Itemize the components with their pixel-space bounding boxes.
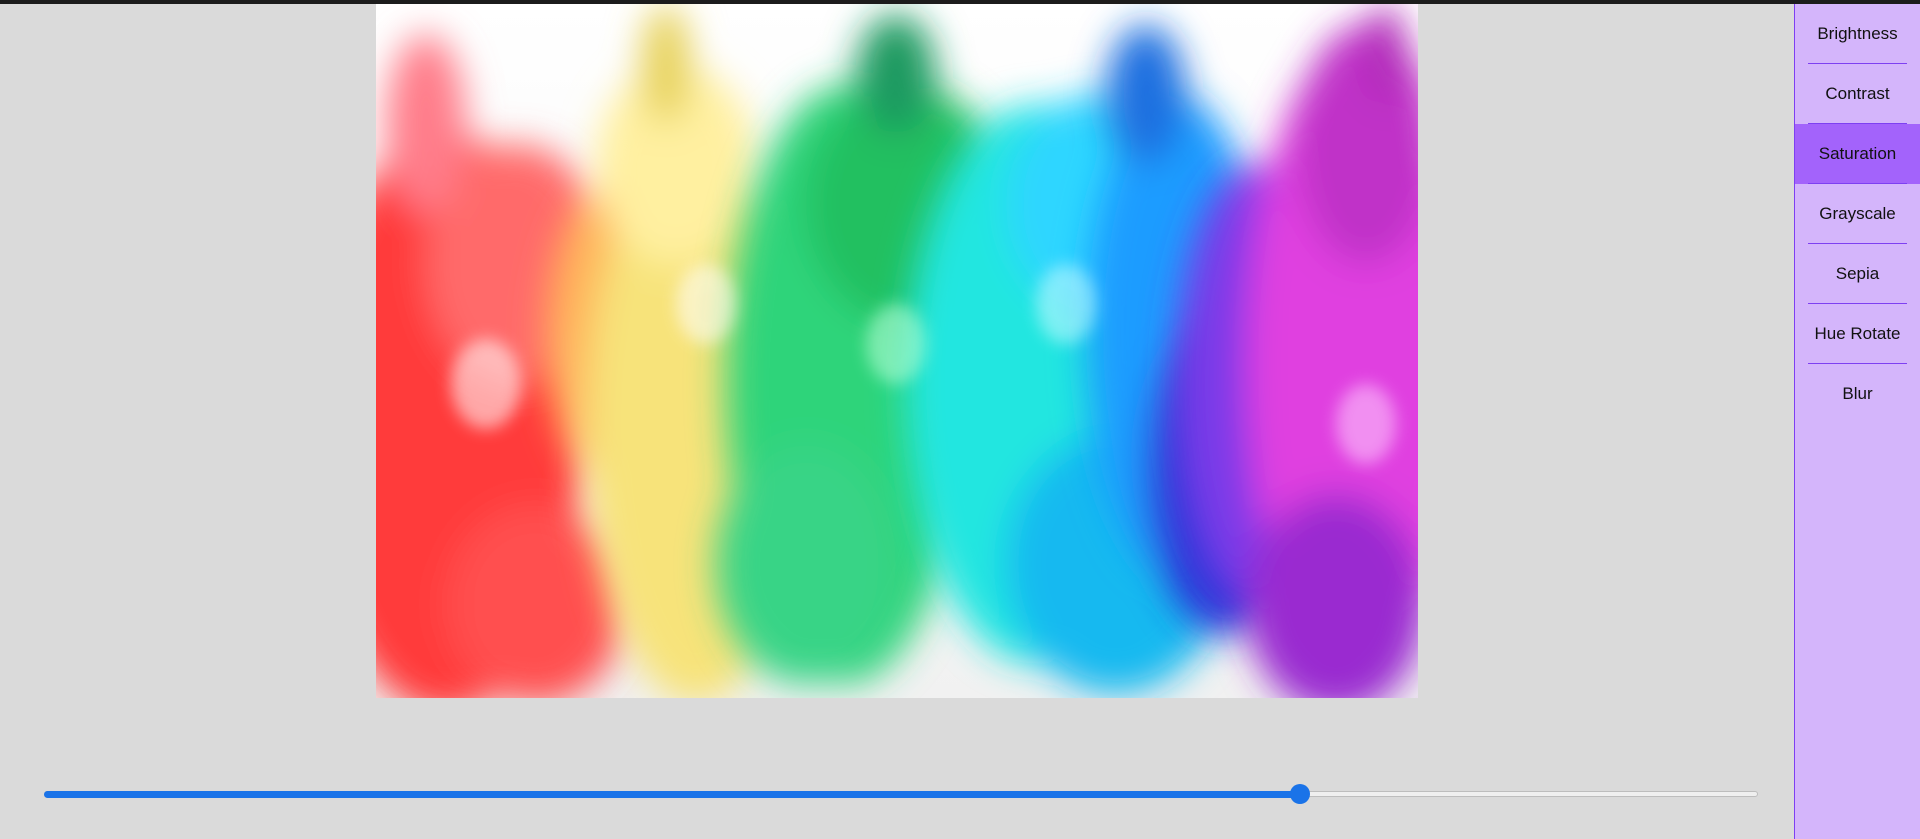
filter-label: Hue Rotate (1814, 324, 1901, 343)
filter-label: Brightness (1817, 24, 1898, 43)
filter-hue-rotate-button[interactable]: Hue Rotate (1795, 304, 1920, 364)
filter-label: Sepia (1835, 264, 1880, 283)
filter-brightness-button[interactable]: Brightness (1795, 4, 1920, 64)
slider-thumb[interactable] (1290, 784, 1311, 804)
preview-image (376, 4, 1418, 698)
filter-contrast-button[interactable]: Contrast (1795, 64, 1920, 124)
filter-label: Contrast (1825, 84, 1890, 103)
filter-blur-button[interactable]: Blur (1795, 364, 1920, 424)
filter-sepia-button[interactable]: Sepia (1795, 244, 1920, 304)
filter-label: Blur (1842, 384, 1873, 403)
filter-label: Saturation (1818, 144, 1897, 163)
filter-label: Grayscale (1819, 204, 1896, 223)
editor-workspace (0, 4, 1794, 839)
filter-slider[interactable] (44, 784, 1758, 804)
filter-sidebar: Brightness Contrast Saturation Grayscale… (1794, 4, 1920, 839)
filter-saturation-button[interactable]: Saturation (1795, 124, 1920, 184)
filter-grayscale-button[interactable]: Grayscale (1795, 184, 1920, 244)
slider-fill (44, 791, 1301, 798)
